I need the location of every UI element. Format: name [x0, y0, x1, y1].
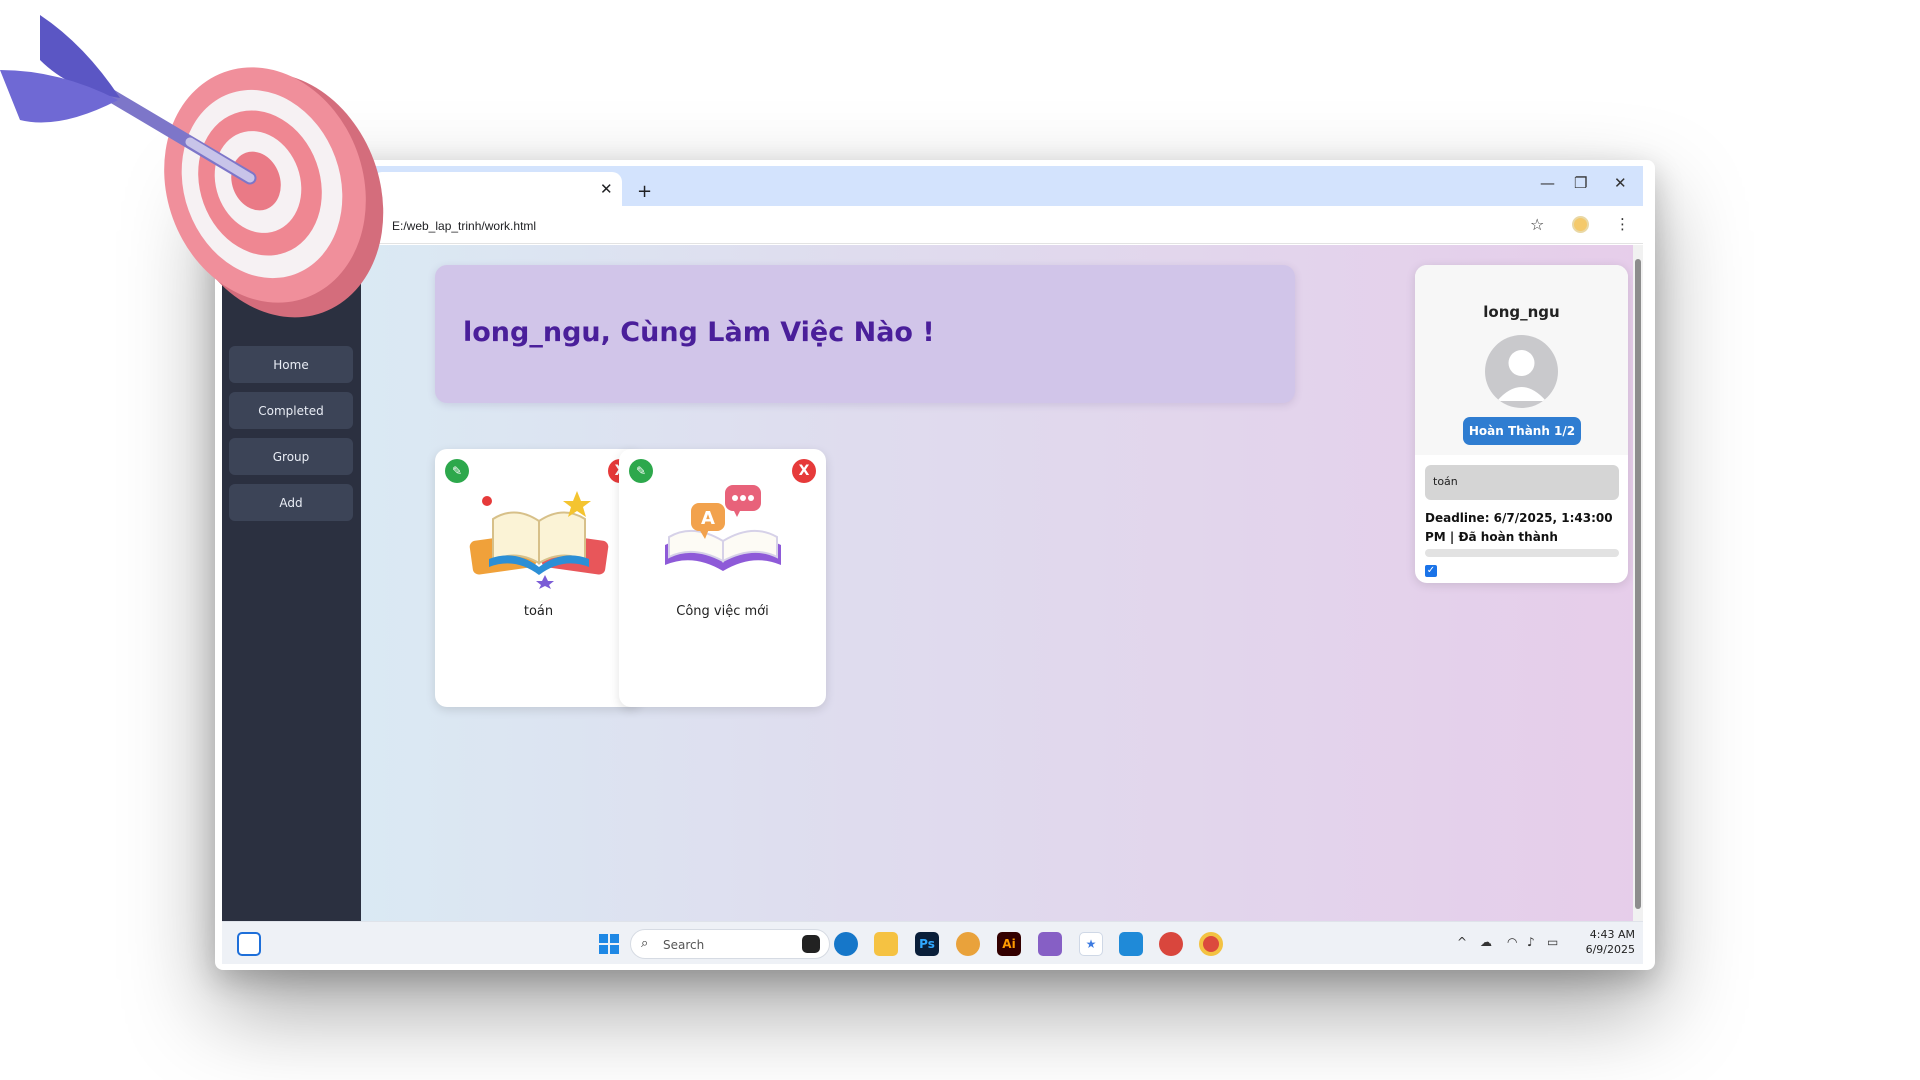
chat-book-icon: A: [665, 485, 781, 571]
chrome-icon[interactable]: [1199, 932, 1223, 956]
active-tab[interactable]: ✕ +: [372, 172, 652, 206]
edge-icon[interactable]: [834, 932, 858, 956]
task-view-icon[interactable]: [802, 935, 820, 953]
url-text[interactable]: E:/web_lap_trinh/work.html: [392, 219, 536, 233]
clock-date: 6/9/2025: [1585, 943, 1635, 956]
bookmark-star-icon[interactable]: ☆: [1530, 215, 1544, 234]
illustrator-icon[interactable]: Ai: [997, 932, 1021, 956]
card-title: toán: [523, 604, 554, 619]
welcome-banner: long_ngu, Cùng Làm Việc Nào !: [435, 265, 1295, 403]
task-card[interactable]: ✎ X A Công việc mới: [619, 449, 826, 707]
search-placeholder: Search: [663, 938, 705, 952]
sidebar-item-completed[interactable]: Completed: [229, 392, 353, 429]
task-card[interactable]: ✎ X toán: [435, 449, 642, 707]
photoshop-icon[interactable]: Ps: [915, 932, 939, 956]
explorer-icon[interactable]: [874, 932, 898, 956]
wifi-icon[interactable]: ◠: [1507, 935, 1517, 949]
taskbar: ⌕ Search Ps Ai ★ ^ ☁ ◠ ♪ ▭ 4:43 AM 6/9/2…: [222, 921, 1643, 964]
tab-strip: ✕ + — ❐ ✕: [222, 166, 1643, 206]
search-icon: ⌕: [641, 936, 649, 951]
navigation-bar: ← E:/web_lap_trinh/work.html ☆ ⋮: [222, 206, 1643, 244]
vscode-icon[interactable]: [1119, 932, 1143, 956]
page-content: Home Completed Group Add long_ngu, Cùng …: [222, 245, 1643, 921]
widgets-icon[interactable]: [237, 932, 261, 956]
profile-name: long_ngu: [1483, 303, 1560, 321]
restore-button[interactable]: ❐: [1574, 174, 1587, 192]
tab-close-icon[interactable]: ✕: [600, 180, 613, 198]
new-tab-button[interactable]: +: [637, 181, 652, 202]
profile-panel: long_ngu Hoàn Thành 1/2 toán Deadline: 6…: [1415, 265, 1628, 583]
scrollbar[interactable]: [1633, 245, 1643, 921]
close-window-button[interactable]: ✕: [1614, 174, 1627, 192]
profile-avatar-icon[interactable]: [1572, 216, 1589, 233]
tray-chevron-icon[interactable]: ^: [1457, 935, 1467, 949]
taskbar-clock[interactable]: 4:43 AM 6/9/2025: [1585, 927, 1635, 957]
stage: ✕ + — ❐ ✕ ← E:/web_lap_trinh/work.html ☆…: [0, 0, 1920, 1080]
progress-bar: [1425, 549, 1619, 557]
page-title: long_ngu, Cùng Làm Việc Nào !: [463, 317, 935, 348]
deadline-text: Deadline: 6/7/2025, 1:43:00 PM | Đã hoàn…: [1425, 511, 1613, 544]
battery-icon[interactable]: ▭: [1547, 935, 1558, 949]
chrome-icon[interactable]: [956, 932, 980, 956]
chrome-canary-icon[interactable]: [1159, 932, 1183, 956]
minimize-button[interactable]: —: [1540, 174, 1555, 192]
sidebar: Home Completed Group Add: [222, 245, 361, 921]
sidebar-item-group[interactable]: Group: [229, 438, 353, 475]
clock-time: 4:43 AM: [1589, 928, 1635, 941]
sidebar-item-home[interactable]: Home: [229, 346, 353, 383]
taskbar-search[interactable]: ⌕ Search: [630, 929, 830, 959]
sidebar-item-add[interactable]: Add: [229, 484, 353, 521]
onedrive-icon[interactable]: ☁: [1480, 935, 1492, 949]
visual-studio-icon[interactable]: [1038, 932, 1062, 956]
status-badge: Hoàn Thành 1/2: [1463, 417, 1581, 445]
windows-start-icon[interactable]: [597, 932, 621, 956]
card-title: Công việc mới: [676, 604, 769, 619]
avatar-icon: [1485, 335, 1558, 408]
scrollbar-thumb[interactable]: [1635, 259, 1641, 909]
address-bar[interactable]: [370, 211, 1560, 239]
task-name-field: toán: [1425, 465, 1619, 500]
book-icon: [469, 491, 609, 589]
completed-checkbox[interactable]: ✓: [1425, 565, 1437, 577]
store-icon[interactable]: ★: [1079, 932, 1103, 956]
svg-text:A: A: [701, 508, 715, 529]
volume-icon[interactable]: ♪: [1527, 935, 1535, 949]
browser-menu-icon[interactable]: ⋮: [1615, 215, 1630, 233]
browser-window: ✕ + — ❐ ✕ ← E:/web_lap_trinh/work.html ☆…: [222, 166, 1643, 964]
